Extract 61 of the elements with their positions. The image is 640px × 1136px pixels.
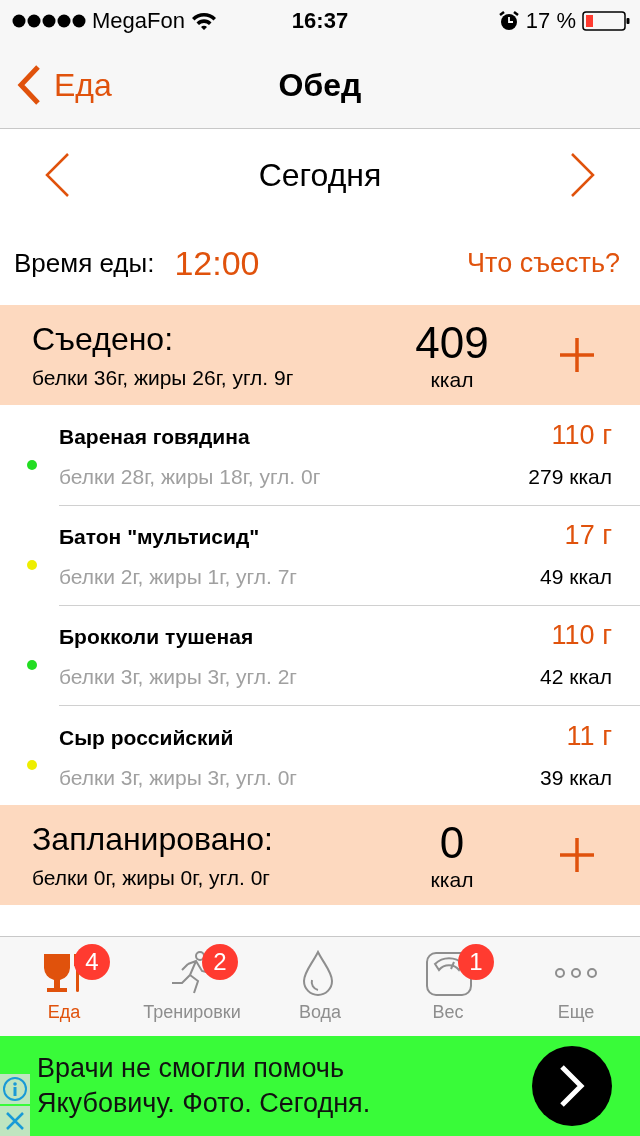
previous-day-button[interactable] xyxy=(44,152,70,198)
add-button[interactable] xyxy=(560,338,594,372)
calorie-value: 42 ккал xyxy=(540,665,612,689)
calorie-unit: ккал xyxy=(429,368,475,392)
carrier-name: MegaFon xyxy=(92,8,185,34)
meal-time-label: Время еды: xyxy=(14,247,155,279)
section-title: Запланировано: xyxy=(32,820,274,858)
alarm-icon xyxy=(497,10,520,32)
portion-weight: 110 г xyxy=(551,420,612,451)
more-tab-icon xyxy=(555,968,597,978)
info-button[interactable] xyxy=(0,1074,30,1104)
section-title: Съедено: xyxy=(32,320,175,358)
add-button[interactable] xyxy=(560,838,594,872)
close-icon xyxy=(4,1110,26,1132)
calorie-total: 409 xyxy=(414,318,490,368)
battery-percent: 17 % xyxy=(525,8,576,34)
screen-title: Обед xyxy=(277,66,363,104)
food-name: Брокколи тушеная xyxy=(59,625,254,649)
back-chevron-icon xyxy=(16,64,42,106)
clock: 16:37 xyxy=(290,8,350,34)
battery-icon xyxy=(582,10,630,32)
notification-badge: 1 xyxy=(458,944,494,980)
next-day-button[interactable] xyxy=(570,152,596,198)
macros-text: белки 0г, жиры 0г, угл. 0г xyxy=(32,865,271,890)
back-button[interactable]: Еда xyxy=(0,64,112,106)
macros-text: белки 2г, жиры 1г, угл. 7г xyxy=(59,565,297,589)
close-button[interactable] xyxy=(0,1106,30,1136)
food-name: Батон "мультисид" xyxy=(59,525,260,549)
tab[interactable]: Еще xyxy=(512,937,640,1036)
food-name: Сыр российский xyxy=(59,725,234,750)
wifi-icon xyxy=(190,11,217,31)
tab[interactable]: Вода xyxy=(256,937,384,1036)
portion-weight: 17 г xyxy=(564,520,612,551)
meal-time-value[interactable]: 12:00 xyxy=(174,243,260,283)
tab[interactable]: 4 Еда xyxy=(0,937,128,1036)
macros-text: белки 36г, жиры 26г, угл. 9г xyxy=(32,365,295,390)
suggestion-link[interactable]: Что съесть? xyxy=(467,247,620,279)
chevron-left-icon xyxy=(44,152,70,198)
tab[interactable]: 1 Вес xyxy=(384,937,512,1036)
tab[interactable]: 2 Тренировки xyxy=(128,937,256,1036)
calorie-unit: ккал xyxy=(429,868,475,892)
portion-weight: 11 г xyxy=(566,720,612,752)
macros-text: белки 28г, жиры 18г, угл. 0г xyxy=(59,465,321,489)
macros-text: белки 3г, жиры 3г, угл. 2г xyxy=(59,665,297,689)
ad-text: Врачи не смогли помочь Якубовичу. Фото. Сегодня. xyxy=(36,1052,372,1120)
date-label: Сегодня xyxy=(258,156,382,194)
chevron-right-icon xyxy=(570,152,596,198)
calorie-total: 0 xyxy=(438,818,466,868)
chevron-right-icon xyxy=(557,1064,587,1108)
food-name: Вареная говядина xyxy=(59,425,250,449)
notification-badge: 4 xyxy=(74,944,110,980)
notification-badge: 2 xyxy=(202,944,238,980)
calorie-value: 279 ккал xyxy=(528,465,612,489)
plus-icon xyxy=(560,838,594,872)
macros-text: белки 3г, жиры 3г, угл. 0г xyxy=(59,765,297,790)
calorie-value: 49 ккал xyxy=(540,565,612,589)
plus-icon xyxy=(560,338,594,372)
portion-weight: 110 г xyxy=(551,620,612,651)
signal-icon xyxy=(12,14,86,28)
info-icon xyxy=(2,1076,28,1102)
calorie-value: 39 ккал xyxy=(540,765,612,790)
